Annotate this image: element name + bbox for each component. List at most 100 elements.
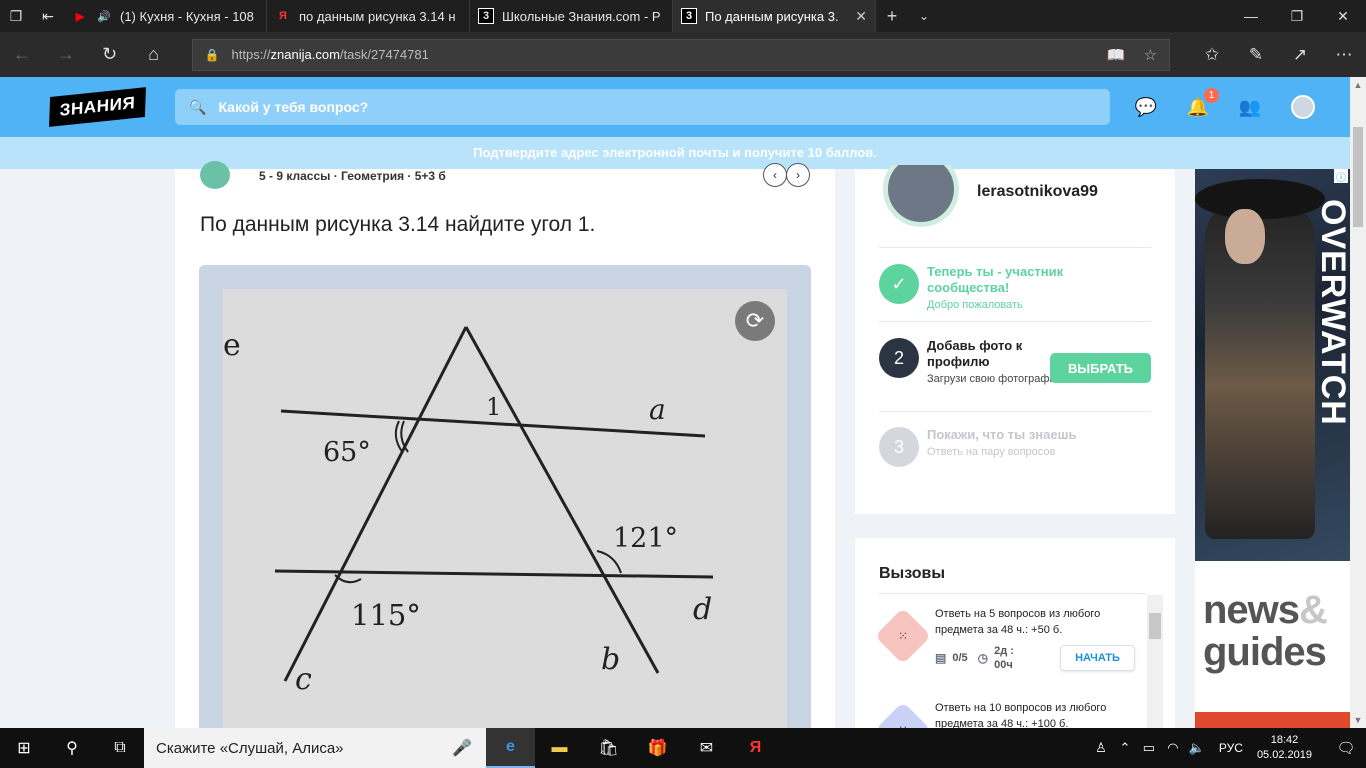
assistant-search-box[interactable]: Скажите «Слушай, Алиса» 🎤 — [144, 728, 486, 768]
challenges-scrollbar[interactable] — [1147, 595, 1163, 728]
minimize-icon[interactable]: — — [1228, 0, 1274, 32]
challenges-card: Вызовы ⁙ Ответь на 5 вопросов из любого … — [855, 538, 1175, 759]
tab-actions-icon[interactable]: ❐ — [0, 0, 32, 32]
rotate-icon[interactable]: ⟳ — [735, 301, 775, 341]
mail-icon[interactable]: ✉ — [682, 728, 731, 768]
friends-icon[interactable]: 👥 — [1239, 96, 1261, 118]
people-icon[interactable]: ♙ — [1089, 740, 1113, 756]
notifications-icon[interactable]: 🗨 — [1326, 739, 1366, 757]
battery-icon[interactable]: ▭ — [1137, 740, 1161, 756]
challenge-progress: 0/5 — [952, 652, 968, 664]
forward-icon[interactable]: → — [44, 44, 88, 65]
scroll-thumb[interactable] — [1353, 127, 1363, 227]
browser-tab-3[interactable]: 3 Школьные Знания.com - Р — [470, 0, 673, 32]
label-angle-1: 1 — [486, 393, 501, 421]
step-subtitle: Добро пожаловать — [927, 299, 1023, 311]
scroll-down-icon[interactable]: ▼ — [1350, 712, 1366, 728]
audio-icon[interactable]: 🔊 — [96, 8, 112, 24]
chevron-down-icon[interactable]: ⌄ — [908, 0, 940, 32]
scroll-up-icon[interactable]: ▲ — [1350, 77, 1366, 93]
wifi-icon[interactable]: ◠ — [1161, 740, 1185, 756]
author-avatar[interactable] — [200, 161, 230, 189]
microphone-icon[interactable]: 🎤 — [452, 738, 472, 758]
yandex-browser-icon[interactable]: Я — [731, 728, 780, 768]
ad-brand: OVERWATCH — [1314, 199, 1350, 426]
set-aside-tabs-icon[interactable]: ⇤ — [32, 0, 64, 32]
user-avatar[interactable] — [1291, 95, 1315, 119]
edge-browser-icon[interactable]: e — [486, 728, 535, 768]
task-view-icon[interactable]: ⧉ — [96, 728, 144, 768]
close-tab-icon[interactable]: ✕ — [855, 8, 867, 25]
close-window-icon[interactable]: ✕ — [1320, 0, 1366, 32]
browser-tab-4[interactable]: 3 По данным рисунка 3. ✕ — [673, 0, 876, 32]
gift-icon[interactable]: 🎁 — [633, 728, 682, 768]
share-icon[interactable]: ↗ — [1278, 45, 1322, 65]
notification-badge: 1 — [1204, 88, 1219, 103]
label-angle-65: 65° — [323, 437, 371, 468]
start-challenge-button[interactable]: НАЧАТЬ — [1060, 645, 1135, 671]
browser-tab-1[interactable]: ▶ 🔊 (1) Кухня - Кухня - 108 — [64, 0, 267, 32]
confirm-email-banner[interactable]: Подтвердите адрес электронной почты и по… — [0, 137, 1350, 169]
back-icon[interactable]: ← — [0, 44, 44, 65]
more-icon[interactable]: ⋯ — [1322, 45, 1366, 65]
messages-icon[interactable]: 💬 — [1135, 96, 1157, 118]
step-joined: ✓ Теперь ты - участник сообщества! Добро… — [879, 264, 1067, 313]
restore-icon[interactable]: ❐ — [1274, 0, 1320, 32]
chevron-left-icon[interactable]: ‹ — [763, 163, 787, 187]
step-number: 2 — [879, 338, 919, 378]
challenge-item: ⁙ Ответь на 5 вопросов из любого предмет… — [874, 606, 1135, 672]
store-icon[interactable]: 🛍 — [584, 728, 633, 768]
challenges-title: Вызовы — [879, 565, 946, 582]
system-tray: ♙ ⌃ ▭ ◠ 🔈 РУС 18:42 05.02.2019 🗨 — [1089, 733, 1366, 763]
lock-icon: 🔒 — [204, 47, 220, 62]
ad-news-word: news — [1203, 588, 1300, 632]
znanija-icon: 3 — [478, 8, 494, 24]
site-logo[interactable]: ЗНАНИЯ — [49, 87, 146, 127]
step-add-photo: 2 Добавь фото к профилю Загрузи свою фот… — [879, 338, 1067, 387]
file-explorer-icon[interactable]: ▬ — [535, 728, 584, 768]
ad-info-icon[interactable]: ⓘ — [1334, 169, 1348, 184]
question-title: По данным рисунка 3.14 найдите угол 1. — [200, 213, 596, 236]
character-hat — [1195, 179, 1325, 219]
question-navigation: ‹ › — [763, 163, 810, 187]
line-b — [464, 326, 660, 674]
ad-guides-word: guides — [1203, 630, 1327, 674]
chevron-right-icon[interactable]: › — [786, 163, 810, 187]
label-angle-121: 121° — [613, 523, 678, 554]
new-tab-icon[interactable]: + — [876, 0, 908, 32]
profile-username[interactable]: lerasotnikova99 — [977, 183, 1098, 201]
page-scrollbar[interactable]: ▲ ▼ — [1350, 77, 1366, 728]
url-path: /task/27474781 — [339, 47, 429, 62]
search-input[interactable]: 🔍 Какой у тебя вопрос? — [175, 89, 1110, 125]
step-number: 3 — [879, 427, 919, 467]
favorites-icon[interactable]: ✩ — [1190, 45, 1234, 65]
language-indicator[interactable]: РУС — [1219, 741, 1243, 755]
favorite-star-icon[interactable]: ☆ — [1144, 46, 1157, 64]
label-a: a — [649, 393, 666, 426]
url-field[interactable]: 🔒 https://znanija.com/task/27474781 📖 ☆ — [191, 38, 1171, 71]
search-placeholder: Какой у тебя вопрос? — [218, 99, 369, 115]
question-meta: 5 - 9 классы · Геометрия · 5+3 б — [259, 169, 446, 183]
search-icon[interactable]: ⚲ — [48, 728, 96, 768]
home-icon[interactable]: ⌂ — [132, 44, 176, 65]
refresh-icon[interactable]: ↻ — [88, 44, 132, 65]
document-icon: ▤ — [935, 651, 947, 665]
divider — [879, 411, 1151, 412]
browser-tab-2[interactable]: Я по данным рисунка 3.14 н — [267, 0, 470, 32]
windows-start-icon[interactable]: ⊞ — [0, 728, 48, 768]
url-prefix: https:// — [231, 47, 271, 62]
pen-icon[interactable]: ✎ — [1234, 45, 1278, 65]
volume-icon[interactable]: 🔈 — [1185, 740, 1209, 756]
advertisement[interactable]: OVERWATCH ⓘ news& guides — [1195, 169, 1350, 728]
reading-view-icon[interactable]: 📖 — [1107, 46, 1126, 64]
choose-photo-button[interactable]: ВЫБРАТЬ — [1050, 353, 1151, 383]
znanija-icon: 3 — [681, 8, 697, 24]
clock[interactable]: 18:42 05.02.2019 — [1257, 733, 1312, 763]
bell-icon[interactable]: 🔔 1 — [1187, 88, 1219, 118]
address-bar-row: ← → ↻ ⌂ 🔒 https://znanija.com/task/27474… — [0, 32, 1366, 77]
profile-avatar[interactable] — [883, 165, 959, 227]
chevron-up-icon[interactable]: ⌃ — [1113, 740, 1137, 756]
ad-ampersand: & — [1299, 588, 1328, 632]
ad-game-artwork: OVERWATCH — [1195, 169, 1350, 561]
geometry-figure[interactable]: e a 1 65° 121° 115° d b c ⟳ — [223, 289, 787, 735]
